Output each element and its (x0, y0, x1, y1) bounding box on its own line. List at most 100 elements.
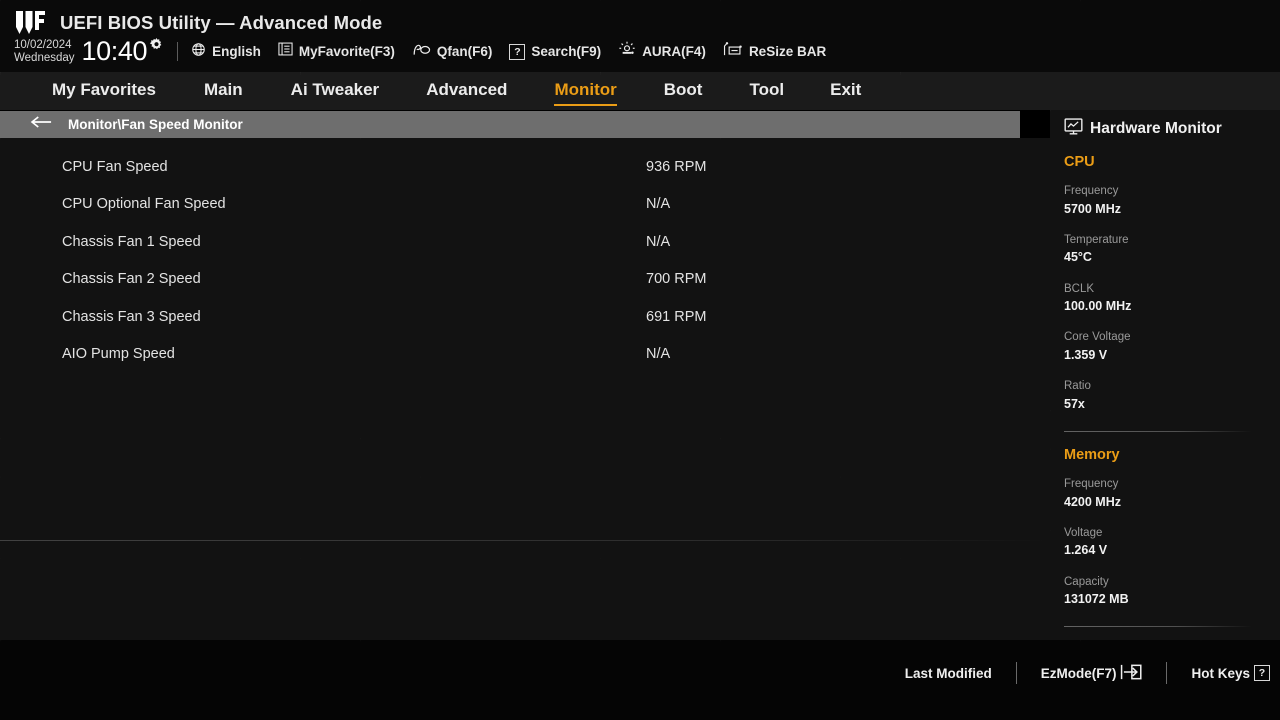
qfan-button[interactable]: Qfan(F6) (412, 42, 492, 62)
hardware-monitor-panel: Hardware Monitor CPU Frequency 5700 MHz … (1050, 110, 1280, 640)
aura-button[interactable]: AURA(F4) (618, 41, 706, 62)
footer-divider (1166, 662, 1168, 684)
metric-cell: Core Voltage 1.359 V (1064, 329, 1179, 364)
sidebar-group-memory-title: Memory (1064, 446, 1120, 463)
sidebar-group-cpu: Frequency 5700 MHz Temperature 45°C BCLK… (1064, 183, 1280, 427)
resize-bar-button[interactable]: ReSize BAR (723, 41, 826, 62)
metric-value: 1.264 V (1064, 543, 1108, 558)
metric-cell: BCLK 100.00 MHz (1064, 281, 1179, 316)
table-row[interactable]: Chassis Fan 2 Speed 700 RPM (0, 261, 1050, 299)
metric-value: 1.359 V (1064, 348, 1108, 363)
hardware-monitor-icon (1064, 118, 1083, 140)
tab-tool[interactable]: Tool (749, 78, 784, 104)
header-utility-row: 10/02/2024 Wednesday 10:40 English MyFav… (14, 37, 843, 65)
bios-screen: UEFI BIOS Utility — Advanced Mode 10/02/… (0, 0, 1280, 720)
hotkeys-label: Hot Keys (1191, 665, 1250, 681)
list-icon (278, 42, 293, 61)
question-icon: ? (1254, 665, 1270, 681)
footer-bar: Last Modified EzMode(F7) Hot Keys ? (0, 640, 1280, 720)
ezmode-button[interactable]: EzMode(F7) (1041, 664, 1143, 683)
footer-actions: Last Modified EzMode(F7) Hot Keys ? (905, 662, 1270, 684)
gear-icon[interactable] (149, 37, 164, 57)
row-value: 936 RPM (646, 158, 707, 175)
metric-value: 131072 MB (1064, 592, 1129, 607)
sidebar-divider (1064, 626, 1252, 628)
metric-key: BCLK (1064, 282, 1095, 295)
row-value: N/A (646, 196, 671, 213)
back-arrow-icon[interactable] (30, 115, 52, 134)
tab-monitor[interactable]: Monitor (554, 78, 618, 106)
row-label: Chassis Fan 1 Speed (62, 233, 201, 250)
hardware-monitor-header: Hardware Monitor (1064, 118, 1280, 140)
hotkeys-button[interactable]: Hot Keys ? (1191, 665, 1270, 681)
table-row[interactable]: CPU Fan Speed 936 RPM (0, 148, 1050, 186)
tab-main[interactable]: Main (204, 78, 243, 104)
tab-ai-tweaker[interactable]: Ai Tweaker (291, 78, 380, 104)
tab-my-favorites[interactable]: My Favorites (52, 78, 156, 104)
metric-cell: Voltage 1.264 V (1064, 525, 1179, 560)
myfavorite-button[interactable]: MyFavorite(F3) (278, 42, 395, 61)
metric-key: Frequency (1064, 185, 1119, 197)
last-modified-button[interactable]: Last Modified (905, 666, 992, 681)
table-row[interactable]: CPU Optional Fan Speed N/A (0, 186, 1050, 224)
sidebar-divider (1064, 430, 1252, 432)
sidebar-group-memory: Frequency 4200 MHz Voltage 1.264 V Capac… (1064, 476, 1280, 622)
metric-value: 45°C (1064, 250, 1092, 265)
metric-cell: Ratio 57x (1064, 378, 1280, 413)
question-icon: ? (509, 43, 526, 60)
metric-key: Frequency (1064, 477, 1119, 490)
metric-key: Core Voltage (1064, 331, 1131, 344)
table-row[interactable]: AIO Pump Speed N/A (0, 336, 1050, 374)
fan-speed-list: CPU Fan Speed 936 RPM CPU Optional Fan S… (0, 138, 1050, 373)
globe-icon (191, 42, 206, 62)
fan-icon (412, 42, 431, 62)
row-label: Chassis Fan 3 Speed (62, 308, 201, 325)
language-button[interactable]: English (191, 42, 261, 62)
tab-boot[interactable]: Boot (664, 78, 703, 104)
breadcrumb[interactable]: Monitor\Fan Speed Monitor (0, 111, 1020, 138)
metric-cell: Capacity 131072 MB (1064, 574, 1280, 609)
header-divider (177, 42, 179, 61)
date-display: 10/02/2024 Wednesday (14, 39, 75, 63)
row-label: CPU Fan Speed (62, 158, 168, 175)
weekday-text: Wednesday (14, 51, 75, 64)
metric-value: 100.00 MHz (1064, 299, 1132, 314)
sidebar-group-cpu-title: CPU (1064, 154, 1095, 170)
myfavorite-label: MyFavorite(F3) (298, 44, 395, 59)
content-divider (0, 540, 1050, 541)
row-value: N/A (646, 233, 671, 250)
tuf-gaming-shield-logo (14, 10, 48, 36)
metric-value: 5700 MHz (1064, 201, 1121, 216)
row-label: AIO Pump Speed (62, 346, 175, 363)
metric-key: Temperature (1064, 233, 1129, 246)
metric-cell: Frequency 5700 MHz (1064, 183, 1179, 218)
metric-cell: Frequency 4200 MHz (1064, 476, 1179, 511)
table-row[interactable]: Chassis Fan 1 Speed N/A (0, 223, 1050, 261)
row-label: Chassis Fan 2 Speed (62, 271, 201, 288)
header-bar: UEFI BIOS Utility — Advanced Mode 10/02/… (0, 0, 1280, 72)
aura-light-icon (618, 41, 636, 62)
table-row[interactable]: Chassis Fan 3 Speed 691 RPM (0, 298, 1050, 336)
main-nav: My Favorites Main Ai Tweaker Advanced Mo… (0, 72, 1050, 110)
metric-value: 57x (1064, 396, 1085, 411)
row-label: CPU Optional Fan Speed (62, 196, 226, 213)
metric-key: Ratio (1064, 380, 1091, 393)
metric-value: 4200 MHz (1064, 494, 1121, 509)
date-text: 10/02/2024 (14, 39, 72, 52)
breadcrumb-path: Monitor\Fan Speed Monitor (68, 117, 243, 132)
tab-advanced[interactable]: Advanced (426, 78, 507, 104)
metric-cell: Temperature 45°C (1064, 232, 1179, 267)
hardware-monitor-title: Hardware Monitor (1090, 120, 1222, 137)
nav-right-filler (1050, 72, 1280, 110)
search-button[interactable]: ? Search(F9) (509, 43, 601, 60)
language-label: English (212, 44, 261, 59)
settings-panel: CPU Fan Speed 936 RPM CPU Optional Fan S… (0, 138, 1050, 640)
aura-label: AURA(F4) (642, 44, 706, 59)
row-value: N/A (646, 346, 671, 363)
page-title: UEFI BIOS Utility — Advanced Mode (60, 12, 383, 33)
ezmode-label: EzMode(F7) (1040, 665, 1117, 681)
metric-key: Capacity (1064, 575, 1109, 588)
resize-bar-icon (723, 41, 743, 62)
footer-divider (1015, 662, 1017, 684)
tab-exit[interactable]: Exit (830, 78, 861, 104)
